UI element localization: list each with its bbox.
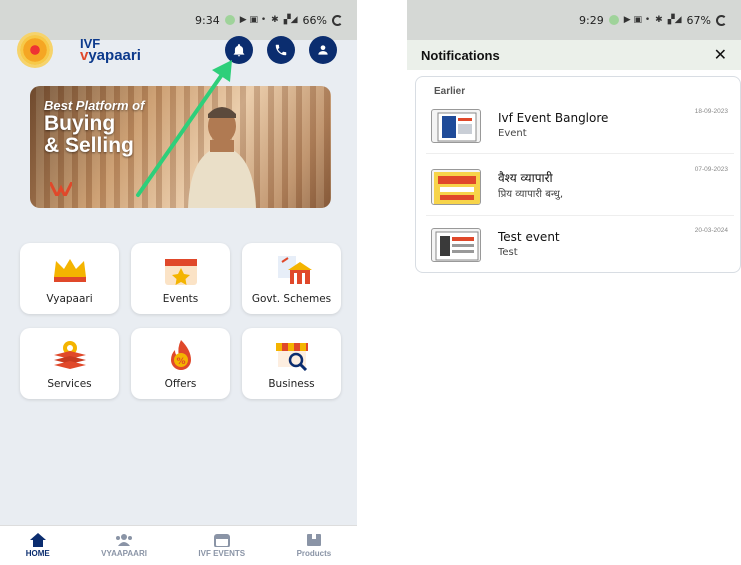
battery-level: 66% [302, 13, 327, 27]
phone-icon[interactable] [267, 36, 295, 64]
notification-subtitle: प्रिय व्यापारी बन्धु, [498, 189, 564, 200]
app-notification-icon [608, 15, 619, 25]
calendar-icon [213, 533, 230, 549]
notification-item[interactable]: Ivf Event Banglore Event 18-09-2023 [426, 98, 734, 154]
brand-logo[interactable]: IVF vyapaari [80, 37, 141, 63]
battery-icon [332, 14, 343, 26]
notification-title: वैश्य व्यापारी [498, 171, 553, 185]
notification-date: 20-03-2024 [694, 227, 728, 234]
signal-icon: ▞◢ [283, 15, 298, 25]
bluetooth-icon: ✱ [655, 15, 663, 25]
emblem-logo [20, 35, 50, 65]
home-icon [29, 533, 46, 549]
tile-label: Services [47, 377, 92, 390]
nav-vyaapaari[interactable]: VYAAPAARI [101, 533, 147, 558]
bell-icon[interactable] [225, 36, 253, 64]
box-icon [306, 533, 322, 549]
tile-business[interactable]: Business [242, 328, 341, 399]
tile-services[interactable]: Services [20, 328, 119, 399]
notification-thumbnail [431, 169, 481, 205]
bottom-nav: HOME VYAAPAARI IVF EVENTS Products [0, 525, 357, 565]
nav-label: Products [296, 549, 332, 558]
section-label: Earlier [434, 86, 466, 97]
tile-govt-schemes[interactable]: Govt. Schemes [242, 243, 341, 314]
battery-icon [716, 14, 727, 26]
tile-label: Business [268, 377, 315, 390]
nav-home[interactable]: HOME [26, 533, 50, 558]
tile-label: Govt. Schemes [251, 292, 332, 305]
promo-banner[interactable]: Best Platform of Buying & Selling [30, 86, 331, 208]
bluetooth-icon: ✱ [271, 15, 279, 25]
notification-title: Test event [498, 230, 560, 244]
home-screen: 9:34 ▶ ▣ • ✱ ▞◢ 66% IVF vyapaari Best Pl… [0, 0, 357, 565]
notification-subtitle: Event [498, 128, 527, 139]
notifications-header: Notifications ✕ [407, 40, 741, 70]
banner-person-image [188, 107, 256, 208]
status-bar: 9:29 ▶ ▣ • ✱ ▞◢ 67% [407, 0, 741, 40]
crown-icon [48, 253, 92, 287]
nav-label: HOME [25, 549, 50, 558]
nav-ivf-events[interactable]: IVF EVENTS [198, 533, 245, 558]
notifications-list: Earlier Ivf Event Banglore Event 18-09-2… [415, 76, 741, 273]
svg-text:%: % [176, 357, 185, 367]
nav-label: VYAAPAARI [101, 549, 147, 558]
tile-vyapaari[interactable]: Vyapaari [20, 243, 119, 314]
layers-gear-icon [48, 338, 92, 372]
category-grid: Vyapaari Events Govt. Schemes Services %… [20, 243, 342, 399]
discount-flame-icon: % [159, 338, 203, 372]
notification-subtitle: Test [498, 247, 518, 258]
calendar-star-icon [159, 253, 203, 287]
notifications-screen: 9:29 ▶ ▣ • ✱ ▞◢ 67% Notifications ✕ Earl… [407, 0, 741, 565]
notification-item[interactable]: Test event Test 20-03-2024 [426, 217, 734, 273]
banner-line3: & Selling [44, 134, 134, 157]
notification-title: Ivf Event Banglore [498, 111, 609, 125]
nav-products[interactable]: Products [296, 533, 332, 558]
status-time: 9:34 [194, 13, 220, 27]
govt-building-icon [270, 253, 314, 287]
notification-date: 18-09-2023 [694, 108, 728, 115]
brand-name: vyapaari [80, 48, 141, 63]
banner-line1: Best Platform of [44, 98, 145, 113]
notification-date: 07-09-2023 [694, 166, 728, 173]
profile-icon[interactable] [309, 36, 337, 64]
status-time: 9:29 [578, 13, 604, 27]
media-icon: ▶ ▣ • [623, 15, 651, 25]
app-header: IVF vyapaari [20, 26, 337, 74]
tile-label: Vyapaari [46, 292, 93, 305]
notification-thumbnail [431, 109, 481, 143]
app-notification-icon [224, 15, 235, 25]
notification-item[interactable]: वैश्य व्यापारी प्रिय व्यापारी बन्धु, 07-… [426, 156, 734, 216]
brand-mark-icon [50, 182, 72, 196]
battery-level: 67% [686, 13, 711, 27]
banner-line2: Buying [44, 112, 116, 135]
notification-thumbnail [431, 228, 481, 262]
brand-name-rest: yapaari [88, 47, 141, 64]
nav-label: IVF EVENTS [198, 549, 246, 558]
tile-events[interactable]: Events [131, 243, 230, 314]
store-search-icon [270, 338, 314, 372]
media-icon: ▶ ▣ • [239, 15, 267, 25]
tile-label: Events [162, 292, 199, 305]
tile-offers[interactable]: % Offers [131, 328, 230, 399]
page-title: Notifications [421, 47, 500, 63]
signal-icon: ▞◢ [667, 15, 682, 25]
close-icon[interactable]: ✕ [714, 45, 727, 65]
tile-label: Offers [164, 377, 197, 390]
people-icon [115, 533, 133, 549]
